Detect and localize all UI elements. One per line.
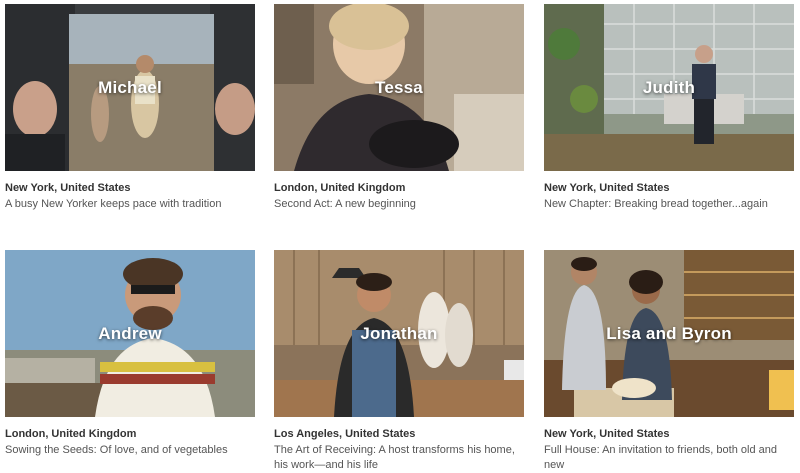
story-card-andrew[interactable]: Andrew London, United Kingdom Sowing the… [5, 250, 255, 458]
story-location: London, United Kingdom [5, 428, 137, 440]
story-name: Judith [642, 77, 696, 97]
story-title[interactable]: The Art of Receiving: A host transforms … [274, 443, 524, 473]
story-name: Michael [98, 77, 162, 97]
story-title[interactable]: Second Act: A new beginning [274, 197, 524, 212]
story-card-judith[interactable]: Judith New York, United States New Chapt… [544, 4, 794, 212]
story-title[interactable]: New Chapter: Breaking bread together...a… [544, 197, 794, 212]
story-title[interactable]: Full House: An invitation to friends, bo… [544, 443, 794, 473]
story-title[interactable]: Sowing the Seeds: Of love, and of vegeta… [5, 443, 255, 458]
story-card-jonathan[interactable]: Jonathan Los Angeles, United States The … [274, 250, 524, 473]
story-photo-tessa[interactable]: Tessa [274, 4, 524, 171]
story-location: Los Angeles, United States [274, 428, 416, 440]
story-card-lisa-and-byron[interactable]: Lisa and Byron New York, United States F… [544, 250, 794, 473]
story-photo-judith[interactable]: Judith [544, 4, 794, 171]
story-photo-andrew[interactable]: Andrew [5, 250, 255, 417]
story-location: New York, United States [544, 182, 670, 194]
story-name: Lisa and Byron [606, 323, 732, 343]
story-location: London, United Kingdom [274, 182, 406, 194]
story-photo-jonathan[interactable]: Jonathan [274, 250, 524, 417]
story-name: Jonathan [360, 323, 438, 343]
story-name: Tessa [375, 77, 423, 97]
story-photo-michael[interactable]: Michael [5, 4, 255, 171]
story-location: New York, United States [5, 182, 131, 194]
story-card-tessa[interactable]: Tessa London, United Kingdom Second Act:… [274, 4, 524, 212]
story-name: Andrew [98, 323, 162, 343]
story-location: New York, United States [544, 428, 670, 440]
story-photo-lisa-and-byron[interactable]: Lisa and Byron [544, 250, 794, 417]
story-card-michael[interactable]: Michael New York, United States A busy N… [5, 4, 255, 212]
story-title[interactable]: A busy New Yorker keeps pace with tradit… [5, 197, 255, 212]
